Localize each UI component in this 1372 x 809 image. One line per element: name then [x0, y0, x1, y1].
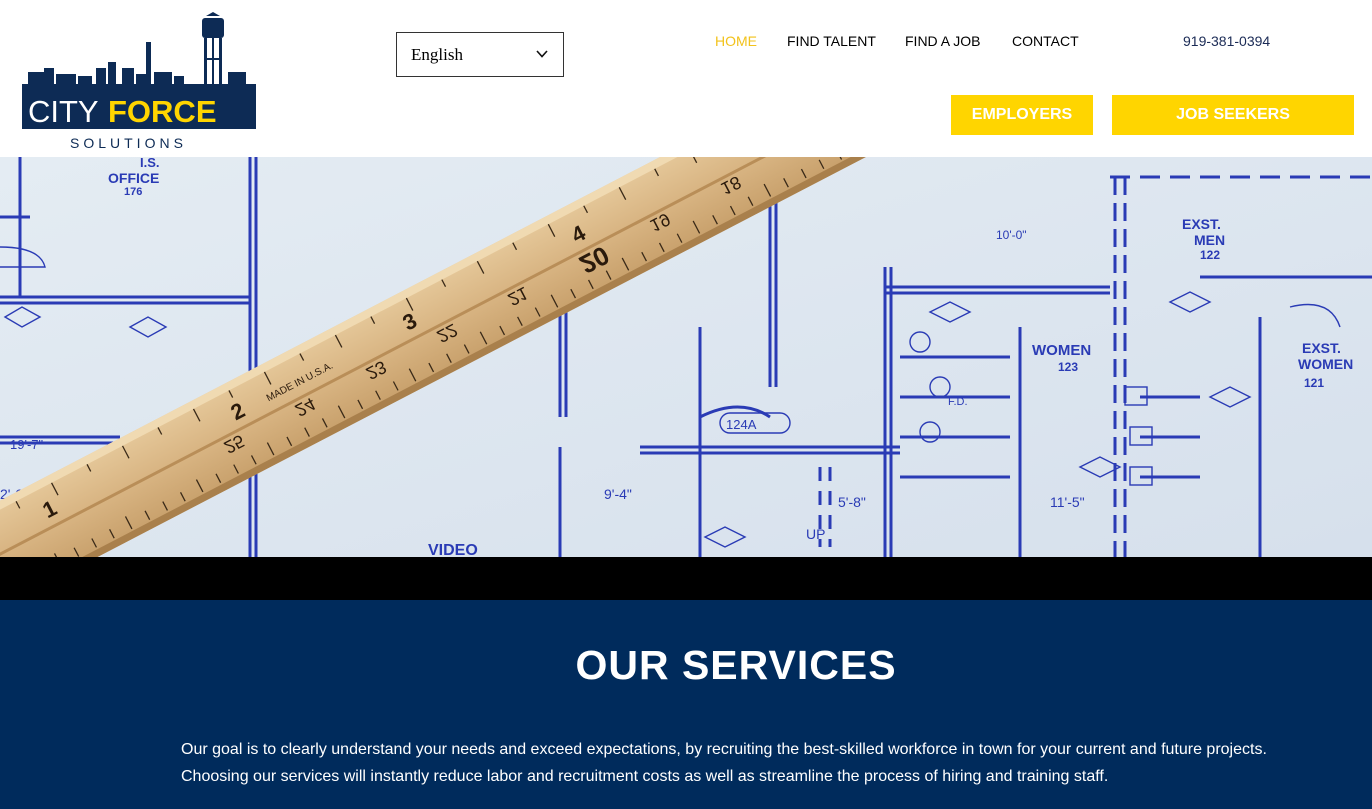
logo-tagline: SOLUTIONS: [70, 135, 187, 151]
svg-text:F.D.: F.D.: [948, 396, 968, 408]
services-section: OUR SERVICES Our goal is to clearly unde…: [0, 600, 1372, 809]
language-select-value: English: [411, 44, 463, 64]
svg-text:I.S.: I.S.: [140, 157, 160, 170]
svg-text:124A: 124A: [726, 417, 757, 432]
language-select[interactable]: English: [396, 32, 564, 77]
svg-text:5'-8": 5'-8": [838, 494, 866, 510]
svg-text:EXST.: EXST.: [1302, 340, 1341, 356]
job-seekers-button[interactable]: JOB SEEKERS: [1112, 95, 1354, 135]
svg-text:122: 122: [1200, 248, 1220, 262]
svg-text:10'-0": 10'-0": [996, 228, 1027, 242]
svg-text:WOMEN: WOMEN: [1298, 356, 1353, 372]
svg-text:UP: UP: [806, 526, 825, 542]
nav-home[interactable]: HOME: [715, 33, 757, 49]
svg-text:EXST.: EXST.: [1182, 216, 1221, 232]
services-body-line1: Our goal is to clearly understand your n…: [181, 741, 1267, 758]
svg-text:9'-4": 9'-4": [604, 486, 632, 502]
svg-text:WOMEN: WOMEN: [1032, 342, 1091, 359]
hero-image: I.S. OFFICE 176 DISTANCE LEARNING WOMEN …: [0, 157, 1372, 557]
svg-text:VIDEO: VIDEO: [428, 542, 478, 557]
svg-text:121: 121: [1304, 376, 1324, 390]
hero-bottom-band: [0, 557, 1372, 600]
site-header: CITY FORCE SOLUTIONS English HOME FIND T…: [0, 0, 1372, 157]
svg-text:11'-5": 11'-5": [1050, 494, 1085, 510]
svg-text:19'-7": 19'-7": [10, 437, 44, 452]
employers-button[interactable]: EMPLOYERS: [951, 95, 1093, 135]
logo-force-text: FORCE: [108, 94, 217, 129]
nav-find-a-job[interactable]: FIND A JOB: [905, 33, 980, 49]
svg-text:MEN: MEN: [1194, 232, 1225, 248]
services-description: Our goal is to clearly understand your n…: [181, 736, 1311, 790]
svg-text:123: 123: [1058, 360, 1078, 374]
phone-number[interactable]: 919-381-0394: [1183, 33, 1270, 49]
nav-contact[interactable]: CONTACT: [1012, 33, 1079, 49]
svg-text:176: 176: [124, 186, 142, 198]
svg-text:OFFICE: OFFICE: [108, 170, 159, 186]
services-title: OUR SERVICES: [575, 642, 897, 688]
chevron-down-icon: [536, 50, 548, 58]
blueprint-ruler-illustration: I.S. OFFICE 176 DISTANCE LEARNING WOMEN …: [0, 157, 1372, 557]
cityforce-logo[interactable]: CITY FORCE SOLUTIONS: [22, 12, 258, 152]
nav-find-talent[interactable]: FIND TALENT: [787, 33, 876, 49]
services-body-line2: Choosing our services will instantly red…: [181, 768, 1109, 785]
logo-city-text: CITY: [28, 94, 99, 129]
